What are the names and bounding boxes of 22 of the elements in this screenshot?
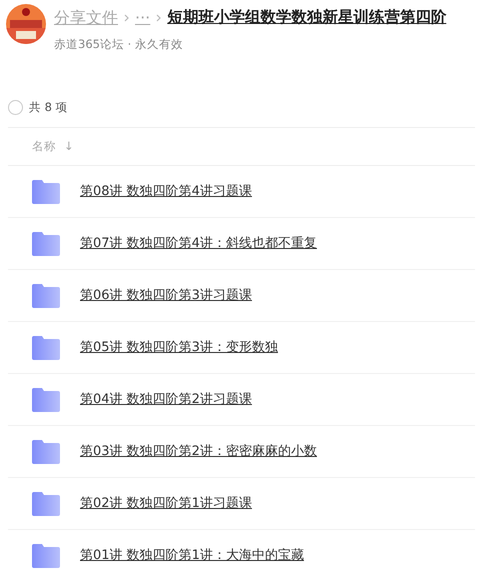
- share-info: 赤道365论坛 · 永久有效: [54, 36, 184, 53]
- file-name[interactable]: 第02讲 数独四阶第1讲习题课: [80, 494, 252, 514]
- folder-icon: [32, 388, 60, 412]
- chevron-right-icon: [124, 14, 129, 22]
- file-name[interactable]: 第06讲 数独四阶第3讲习题课: [80, 286, 252, 306]
- folder-icon: [32, 336, 60, 360]
- folder-icon: [32, 492, 60, 516]
- folder-icon: [32, 544, 60, 568]
- chevron-right-icon: [156, 14, 162, 22]
- file-name[interactable]: 第03讲 数独四阶第2讲：密密麻麻的小数: [80, 442, 317, 462]
- file-name[interactable]: 第07讲 数独四阶第4讲：斜线也都不重复: [80, 234, 317, 254]
- file-name[interactable]: 第05讲 数独四阶第3讲：变形数独: [80, 338, 278, 358]
- select-all-checkbox[interactable]: [8, 100, 23, 115]
- file-name[interactable]: 第04讲 数独四阶第2讲习题课: [80, 390, 252, 410]
- file-name[interactable]: 第08讲 数独四阶第4讲习题课: [80, 182, 252, 202]
- file-name[interactable]: 第01讲 数独四阶第1讲：大海中的宝藏: [80, 546, 304, 566]
- folder-icon: [32, 440, 60, 464]
- folder-icon: [32, 180, 60, 204]
- folder-icon: [32, 232, 60, 256]
- item-count: 共 8 项: [29, 98, 68, 116]
- folder-icon: [32, 284, 60, 308]
- current-folder-title[interactable]: 短期班小学组数学数独新星训练营第四阶: [167, 6, 446, 30]
